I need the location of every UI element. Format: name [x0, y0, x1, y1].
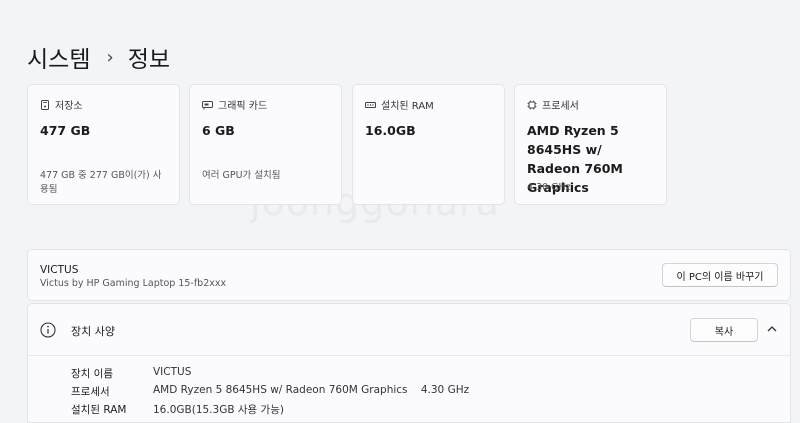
card-sub: 여러 GPU가 설치됨	[202, 170, 281, 181]
spec-value: AMD Ryzen 5 8645HS w/ Radeon 760M Graphi…	[153, 384, 470, 396]
processor-card[interactable]: 프로세서 AMD Ryzen 5 8645HS w/ Radeon 760M G…	[514, 84, 667, 205]
card-sub: 477 GB 중 277 GB이(가) 사용됨	[40, 170, 162, 195]
card-title: 프로세서	[542, 101, 579, 112]
device-specs-panel: 장치 사양 복사 장치 이름 VICTUS 프로세서 AMD Ryzen 5 8…	[27, 303, 791, 423]
card-value: 6 GB	[202, 123, 235, 138]
device-specs-header[interactable]: 장치 사양 복사	[28, 304, 790, 356]
graphics-card[interactable]: 그래픽 카드 6 GB 여러 GPU가 설치됨	[189, 84, 342, 205]
device-name: VICTUS	[40, 264, 79, 276]
rename-pc-button[interactable]: 이 PC의 이름 바꾸기	[662, 263, 778, 287]
spec-row-processor: 프로세서 AMD Ryzen 5 8645HS w/ Radeon 760M G…	[71, 384, 469, 399]
spec-row-ram: 설치된 RAM 16.0GB(15.3GB 사용 가능)	[71, 402, 284, 417]
card-title: 설치된 RAM	[381, 101, 434, 112]
spec-label: 설치된 RAM	[71, 404, 127, 416]
spec-value: 16.0GB(15.3GB 사용 가능)	[153, 404, 284, 416]
breadcrumb-separator: ›	[106, 46, 114, 68]
graphics-card-icon	[202, 100, 213, 109]
device-model: Victus by HP Gaming Laptop 15-fb2xxx	[40, 278, 227, 289]
device-panel: VICTUS Victus by HP Gaming Laptop 15-fb2…	[27, 249, 791, 301]
ram-card[interactable]: 설치된 RAM 16.0GB	[352, 84, 505, 205]
device-specs-title: 장치 사양	[71, 325, 115, 338]
breadcrumb: 시스템 › 정보	[27, 40, 170, 74]
spec-label: 프로세서	[71, 386, 110, 398]
card-title: 저장소	[55, 101, 83, 112]
card-value: 477 GB	[40, 123, 91, 138]
spec-value: VICTUS	[153, 366, 192, 378]
card-sub: 4.30 GHz	[527, 182, 571, 193]
storage-card[interactable]: 저장소 477 GB 477 GB 중 277 GB이(가) 사용됨	[27, 84, 180, 205]
page-title: 정보	[127, 47, 171, 73]
processor-icon	[527, 100, 537, 109]
ram-icon	[365, 101, 376, 108]
chevron-up-icon[interactable]	[766, 324, 778, 334]
breadcrumb-parent[interactable]: 시스템	[27, 40, 90, 74]
card-value: 16.0GB	[365, 123, 416, 138]
spec-row-device-name: 장치 이름 VICTUS	[71, 366, 191, 381]
storage-icon	[41, 99, 49, 110]
copy-button[interactable]: 복사	[690, 318, 758, 342]
info-icon	[40, 322, 56, 338]
spec-label: 장치 이름	[71, 368, 113, 380]
card-title: 그래픽 카드	[218, 101, 268, 112]
